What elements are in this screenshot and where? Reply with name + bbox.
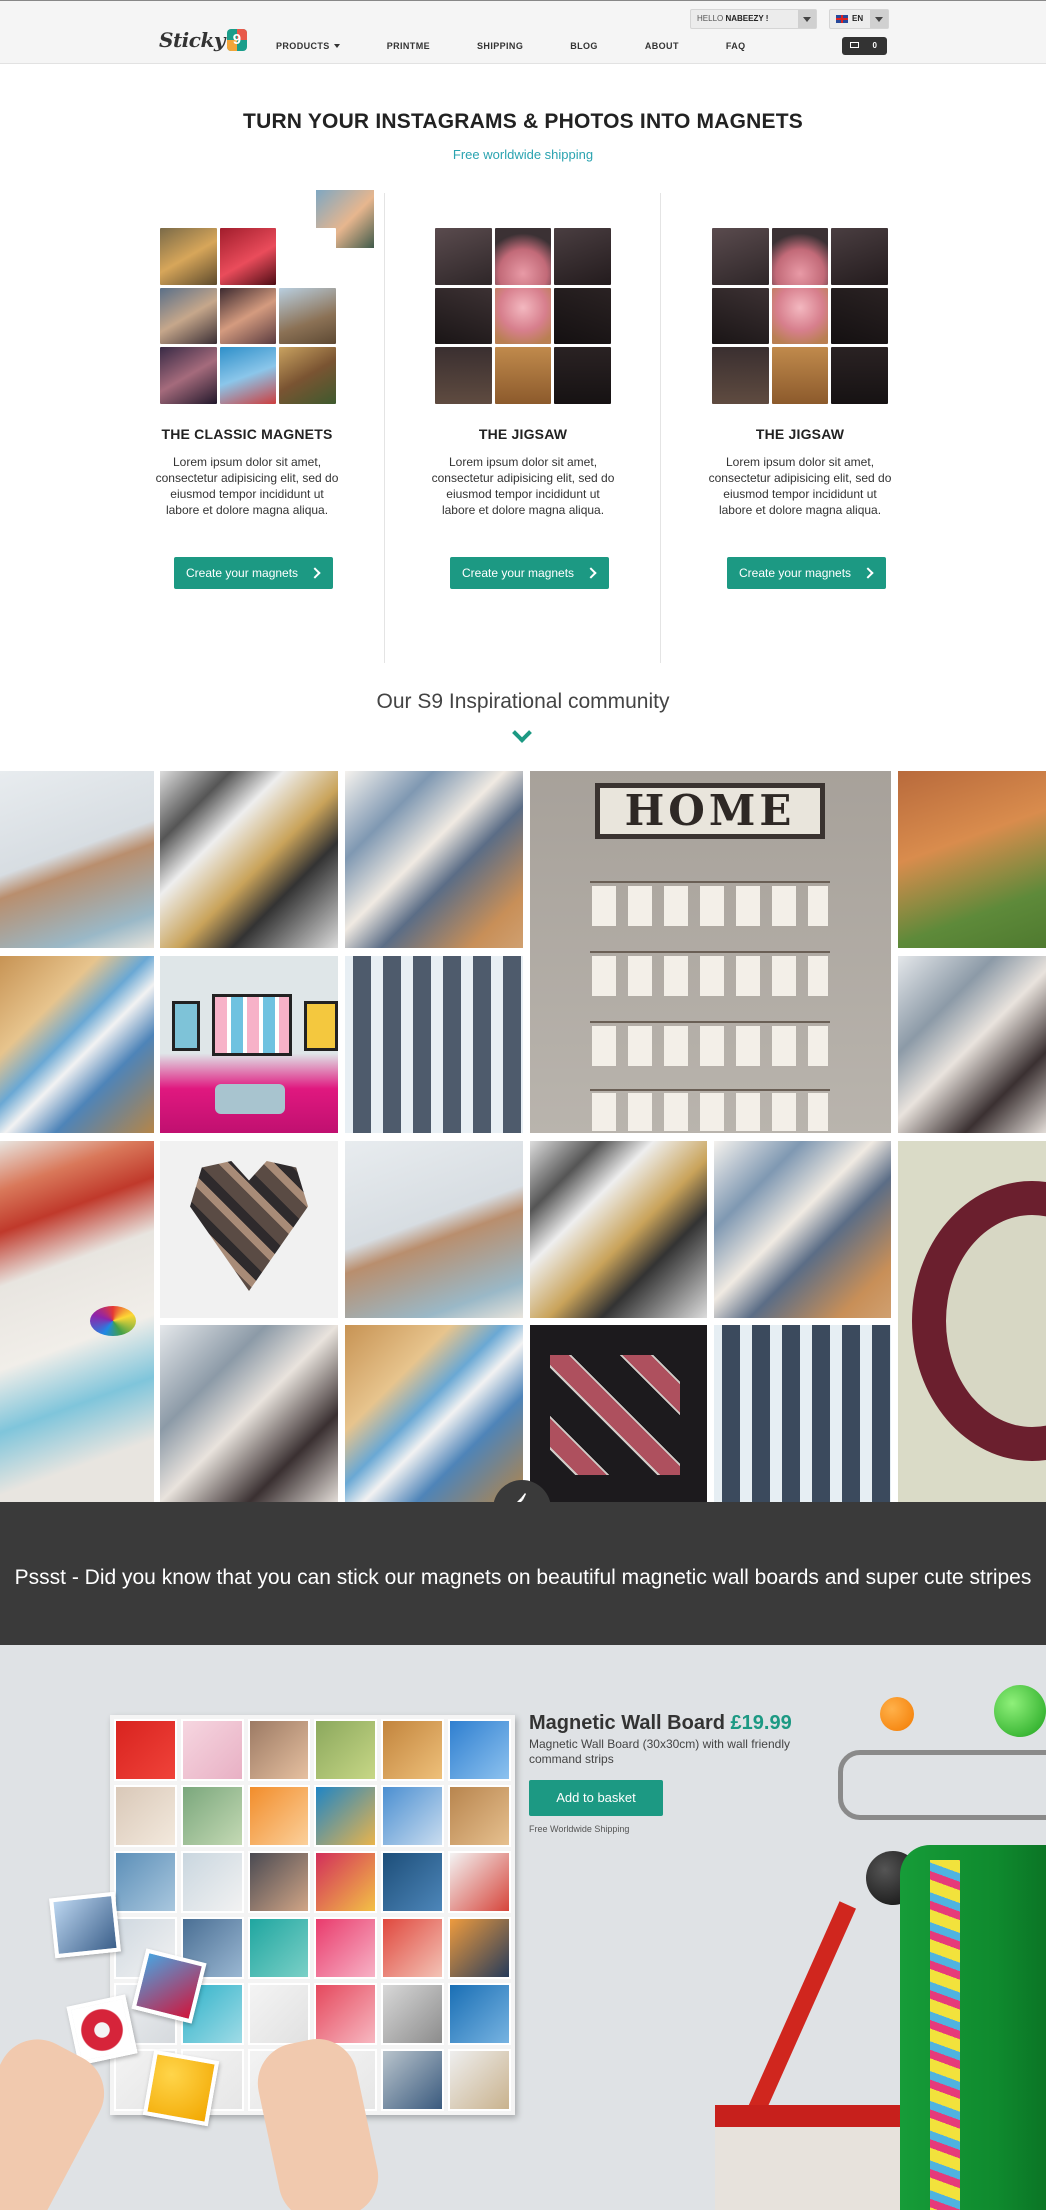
community-photo[interactable] (530, 1325, 707, 1502)
column-divider (660, 193, 661, 663)
account-dropdown[interactable]: HELLO NABEEZY ! (690, 9, 817, 29)
cart-icon (850, 42, 859, 48)
jigsaw-magnet-grid (712, 228, 888, 404)
hero-subtitle: Free worldwide shipping (452, 147, 594, 162)
wall-board-section (0, 1645, 1046, 2210)
column-divider (384, 193, 385, 663)
promo-banner: Pssst - Did you know that you can stick … (0, 1502, 1046, 1645)
community-photo[interactable] (160, 771, 338, 948)
loose-magnet (49, 1891, 121, 1959)
community-photo[interactable] (160, 1141, 338, 1318)
language-dropdown[interactable]: EN (829, 9, 889, 29)
cart-button[interactable]: 0 (842, 37, 887, 55)
community-title: Our S9 Inspirational community (376, 690, 670, 713)
create-magnets-button[interactable]: Create your magnets (450, 557, 609, 589)
product-title: THE CLASSIC MAGNETS (161, 426, 333, 442)
community-photo[interactable] (345, 1141, 523, 1318)
logo-text: Sticky (159, 28, 225, 52)
product-title: THE JIGSAW (478, 426, 568, 442)
community-photo[interactable] (0, 956, 154, 1133)
logo-badge: 9 (226, 29, 247, 51)
product-description: Lorem ipsum dolor sit amet, consectetur … (708, 455, 892, 517)
community-photo[interactable] (898, 1141, 1046, 1502)
caret-down-icon (333, 44, 340, 48)
scarf (930, 1860, 960, 2210)
cart-count: 0 (872, 41, 877, 50)
community-photo-home[interactable]: HOME (530, 771, 891, 1133)
nav-about[interactable]: ABOUT (645, 41, 679, 51)
main-nav: PRODUCTS PRINTME SHIPPING BLOG ABOUT FAQ (276, 41, 793, 51)
loose-magnet (142, 2049, 220, 2127)
username: NABEEZY ! (725, 14, 769, 23)
rack-ball-orange (880, 1697, 914, 1731)
classic-magnet-grid (160, 228, 336, 404)
community-photo[interactable] (530, 1141, 707, 1318)
community-photo[interactable] (898, 771, 1046, 948)
jigsaw-magnet-grid (435, 228, 611, 404)
site-header: Sticky 9 PRODUCTS PRINTME SHIPPING BLOG … (0, 0, 1046, 64)
greeting-text: HELLO (697, 14, 724, 23)
rack-ball-green (994, 1685, 1046, 1737)
community-photo[interactable] (714, 1141, 891, 1318)
wall-board-title: Magnetic Wall Board (529, 1712, 725, 1734)
nav-products[interactable]: PRODUCTS (276, 41, 340, 51)
chevron-down-icon (512, 723, 532, 743)
nav-blog[interactable]: BLOG (570, 41, 598, 51)
community-photo[interactable] (345, 1325, 523, 1502)
community-photo[interactable] (345, 956, 523, 1133)
green-jacket (900, 1845, 1046, 2210)
community-photo[interactable] (0, 771, 154, 948)
community-photo[interactable] (345, 771, 523, 948)
logo[interactable]: Sticky 9 (159, 25, 247, 55)
create-magnets-button[interactable]: Create your magnets (174, 557, 333, 589)
product-description: Lorem ipsum dolor sit amet, consectetur … (431, 455, 615, 517)
product-title: Magnetic Wall Board £19.99 (529, 1712, 792, 1735)
shipping-note: Free Worldwide Shipping (529, 1824, 630, 1834)
community-photo[interactable] (160, 956, 338, 1133)
home-sign: HOME (595, 783, 825, 839)
nav-printme[interactable]: PRINTME (387, 41, 430, 51)
wall-board-price: £19.99 (730, 1712, 792, 1734)
community-photo[interactable] (714, 1325, 891, 1502)
community-photo[interactable] (160, 1325, 338, 1502)
community-photo[interactable] (0, 1141, 154, 1502)
chevron-down-icon[interactable] (870, 10, 888, 28)
nav-faq[interactable]: FAQ (726, 41, 746, 51)
bag-strap (746, 1901, 856, 2119)
add-to-basket-button[interactable]: Add to basket (529, 1780, 663, 1816)
community-photo[interactable] (898, 956, 1046, 1133)
nav-shipping[interactable]: SHIPPING (477, 41, 523, 51)
coat-rack (838, 1750, 1046, 1820)
promo-banner-text: Pssst - Did you know that you can stick … (14, 1566, 1032, 1589)
chevron-down-icon[interactable] (798, 10, 816, 28)
page-title: TURN YOUR INSTAGRAMS & PHOTOS INTO MAGNE… (243, 110, 803, 133)
product-description: Lorem ipsum dolor sit amet, consectetur … (155, 455, 339, 517)
product-title: THE JIGSAW (755, 426, 845, 442)
uk-flag-icon (836, 15, 848, 23)
language-label: EN (852, 14, 864, 23)
wall-board-description: Magnetic Wall Board (30x30cm) with wall … (529, 1737, 790, 1766)
create-magnets-button[interactable]: Create your magnets (727, 557, 886, 589)
